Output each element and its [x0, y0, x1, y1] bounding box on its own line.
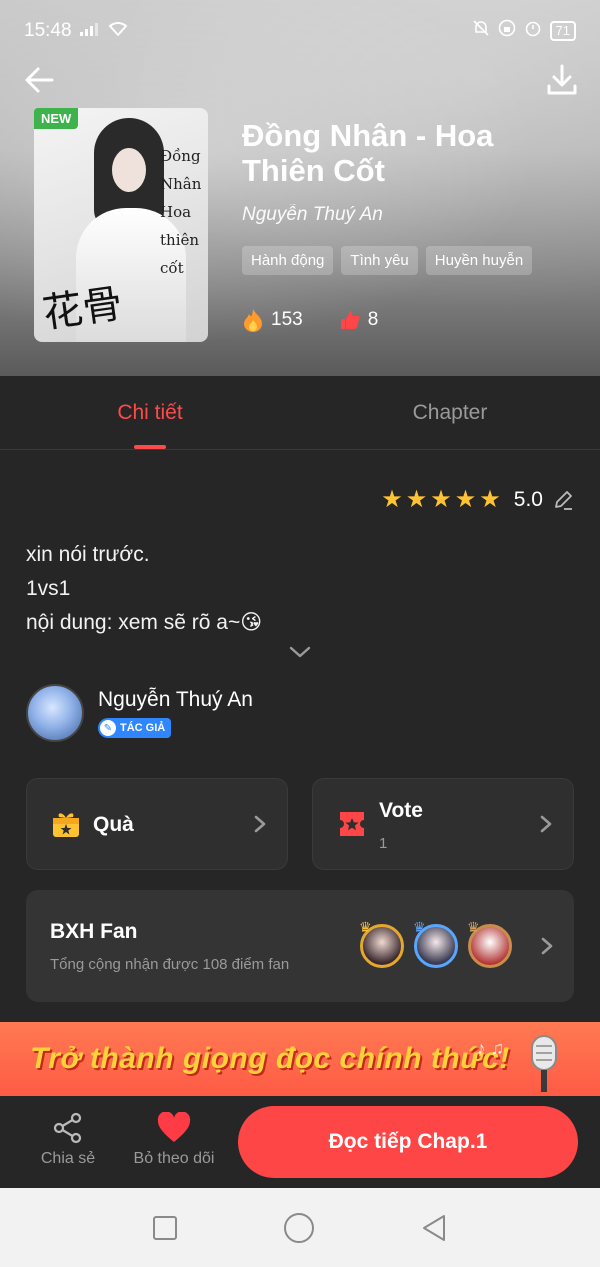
description-line: xin nói trước.	[26, 543, 150, 566]
star-icon: ★	[405, 486, 428, 513]
heart-icon	[157, 1112, 191, 1142]
star-icon: ★	[381, 486, 403, 513]
star-icon: ★	[430, 486, 452, 513]
system-back-button[interactable]	[420, 1214, 448, 1242]
download-button[interactable]	[544, 62, 580, 98]
edit-icon[interactable]	[552, 489, 574, 511]
microphone-icon	[531, 1035, 557, 1092]
book-description: xin nói trước. 1vs1 nội dung: xem sẽ rõ …	[26, 538, 262, 640]
vote-card[interactable]: Vote 1	[312, 778, 574, 870]
alarm-icon	[524, 19, 542, 43]
back-button[interactable]	[20, 60, 60, 100]
vote-count: 1	[379, 835, 388, 852]
banner-text: Trở thành giọng đọc chính thức!	[30, 1042, 510, 1075]
book-title: Đồng Nhân - Hoa Thiên Cốt	[242, 118, 494, 188]
author-name[interactable]: Nguyễn Thuý An	[98, 688, 253, 712]
star-icon: ★	[454, 486, 477, 513]
fan-avatar: ♛	[467, 919, 512, 968]
signal-icon	[79, 20, 100, 42]
description-line: 1vs1	[26, 577, 71, 600]
share-icon	[53, 1112, 82, 1144]
crown-icon: ♛	[413, 919, 426, 935]
likes-stat: 8	[339, 309, 379, 331]
voice-reader-banner[interactable]: Trở thành giọng đọc chính thức! ♪ ♫	[0, 1022, 600, 1098]
genre-tag[interactable]: Huyền huyễn	[425, 246, 533, 275]
home-button[interactable]	[283, 1212, 315, 1244]
tab-details[interactable]: Chi tiết	[0, 376, 300, 449]
mute-icon	[472, 19, 490, 43]
cover-calligraphy: 花骨	[39, 280, 126, 338]
thumbs-up-icon	[340, 311, 360, 329]
bottom-action-bar: Chia sẻ Bỏ theo dõi Đọc tiếp Chap.1	[0, 1096, 600, 1188]
share-button[interactable]: Chia sẻ	[38, 1112, 98, 1168]
chevron-right-icon	[540, 815, 552, 833]
continue-reading-button[interactable]: Đọc tiếp Chap.1	[238, 1106, 578, 1178]
views-stat: 153	[242, 308, 303, 332]
top-fans: ♛ ♛ ♛	[359, 919, 512, 968]
book-author[interactable]: Nguyễn Thuý An	[242, 204, 383, 226]
book-stats: 153 8	[242, 308, 378, 332]
book-header: 15:48 71 Đồng Nhân Hoa thiên cốt 花骨 NEW …	[0, 0, 600, 376]
chevron-down-icon	[289, 646, 311, 658]
cover-title-text: Đồng Nhân Hoa thiên cốt	[160, 147, 202, 277]
fan-avatar: ♛	[359, 919, 404, 968]
unfollow-label: Bỏ theo dõi	[133, 1150, 215, 1167]
download-icon	[547, 64, 577, 95]
crown-icon: ♛	[359, 919, 372, 935]
status-time: 15:48	[24, 20, 72, 41]
rating-score: 5.0	[513, 488, 543, 511]
chevron-right-icon	[254, 815, 266, 833]
expand-description-button[interactable]	[288, 644, 312, 660]
lock-icon	[498, 19, 516, 43]
gift-card[interactable]: Quà	[26, 778, 288, 870]
author-badge-label: TÁC GIẢ	[120, 722, 166, 734]
music-notes-icon: ♪ ♫	[476, 1038, 504, 1058]
description-line: nội dung: xem sẽ rõ a~😘	[26, 611, 263, 634]
genre-tag[interactable]: Hành động	[242, 246, 334, 275]
fan-avatar: ♛	[413, 919, 458, 968]
genre-tag[interactable]: Tình yêu	[341, 246, 418, 275]
new-badge: NEW	[34, 108, 79, 129]
arrow-left-icon	[25, 67, 54, 93]
vote-label: Vote	[379, 799, 423, 822]
likes-count: 8	[367, 309, 379, 330]
chevron-right-icon	[541, 937, 553, 955]
rating[interactable]: ★ ★ ★ ★ ★ 5.0	[381, 488, 574, 512]
crown-icon: ♛	[467, 919, 480, 935]
recent-apps-button[interactable]	[152, 1215, 178, 1241]
system-nav-bar	[0, 1188, 600, 1267]
tab-chapter[interactable]: Chapter	[300, 376, 600, 449]
author-row[interactable]: Nguyễn Thuý An ✎ TÁC GIẢ	[26, 684, 253, 742]
fan-ranking-title: BXH Fan	[50, 920, 138, 943]
pen-icon: ✎	[100, 720, 116, 736]
fire-icon	[244, 309, 262, 332]
gift-label: Quà	[93, 813, 134, 836]
status-bar: 15:48 71	[24, 18, 576, 44]
wifi-icon	[108, 20, 128, 42]
star-icon: ★	[479, 486, 501, 513]
views-count: 153	[271, 309, 303, 330]
unfollow-button[interactable]: Bỏ theo dõi	[128, 1112, 220, 1168]
avatar[interactable]	[26, 684, 84, 742]
fan-ranking-subtitle: Tổng cộng nhận được 108 điểm fan	[50, 956, 290, 973]
author-badge: ✎ TÁC GIẢ	[98, 718, 172, 738]
tab-bar: Chi tiết Chapter	[0, 376, 600, 450]
share-label: Chia sẻ	[40, 1150, 96, 1167]
genre-tags: Hành động Tình yêu Huyền huyễn	[242, 246, 533, 275]
battery-icon: 71	[549, 21, 576, 41]
gift-icon	[53, 813, 79, 837]
ticket-icon	[340, 812, 364, 836]
book-cover[interactable]: Đồng Nhân Hoa thiên cốt 花骨	[34, 108, 208, 342]
fan-ranking-card[interactable]: BXH Fan Tổng cộng nhận được 108 điểm fan…	[26, 890, 574, 1002]
